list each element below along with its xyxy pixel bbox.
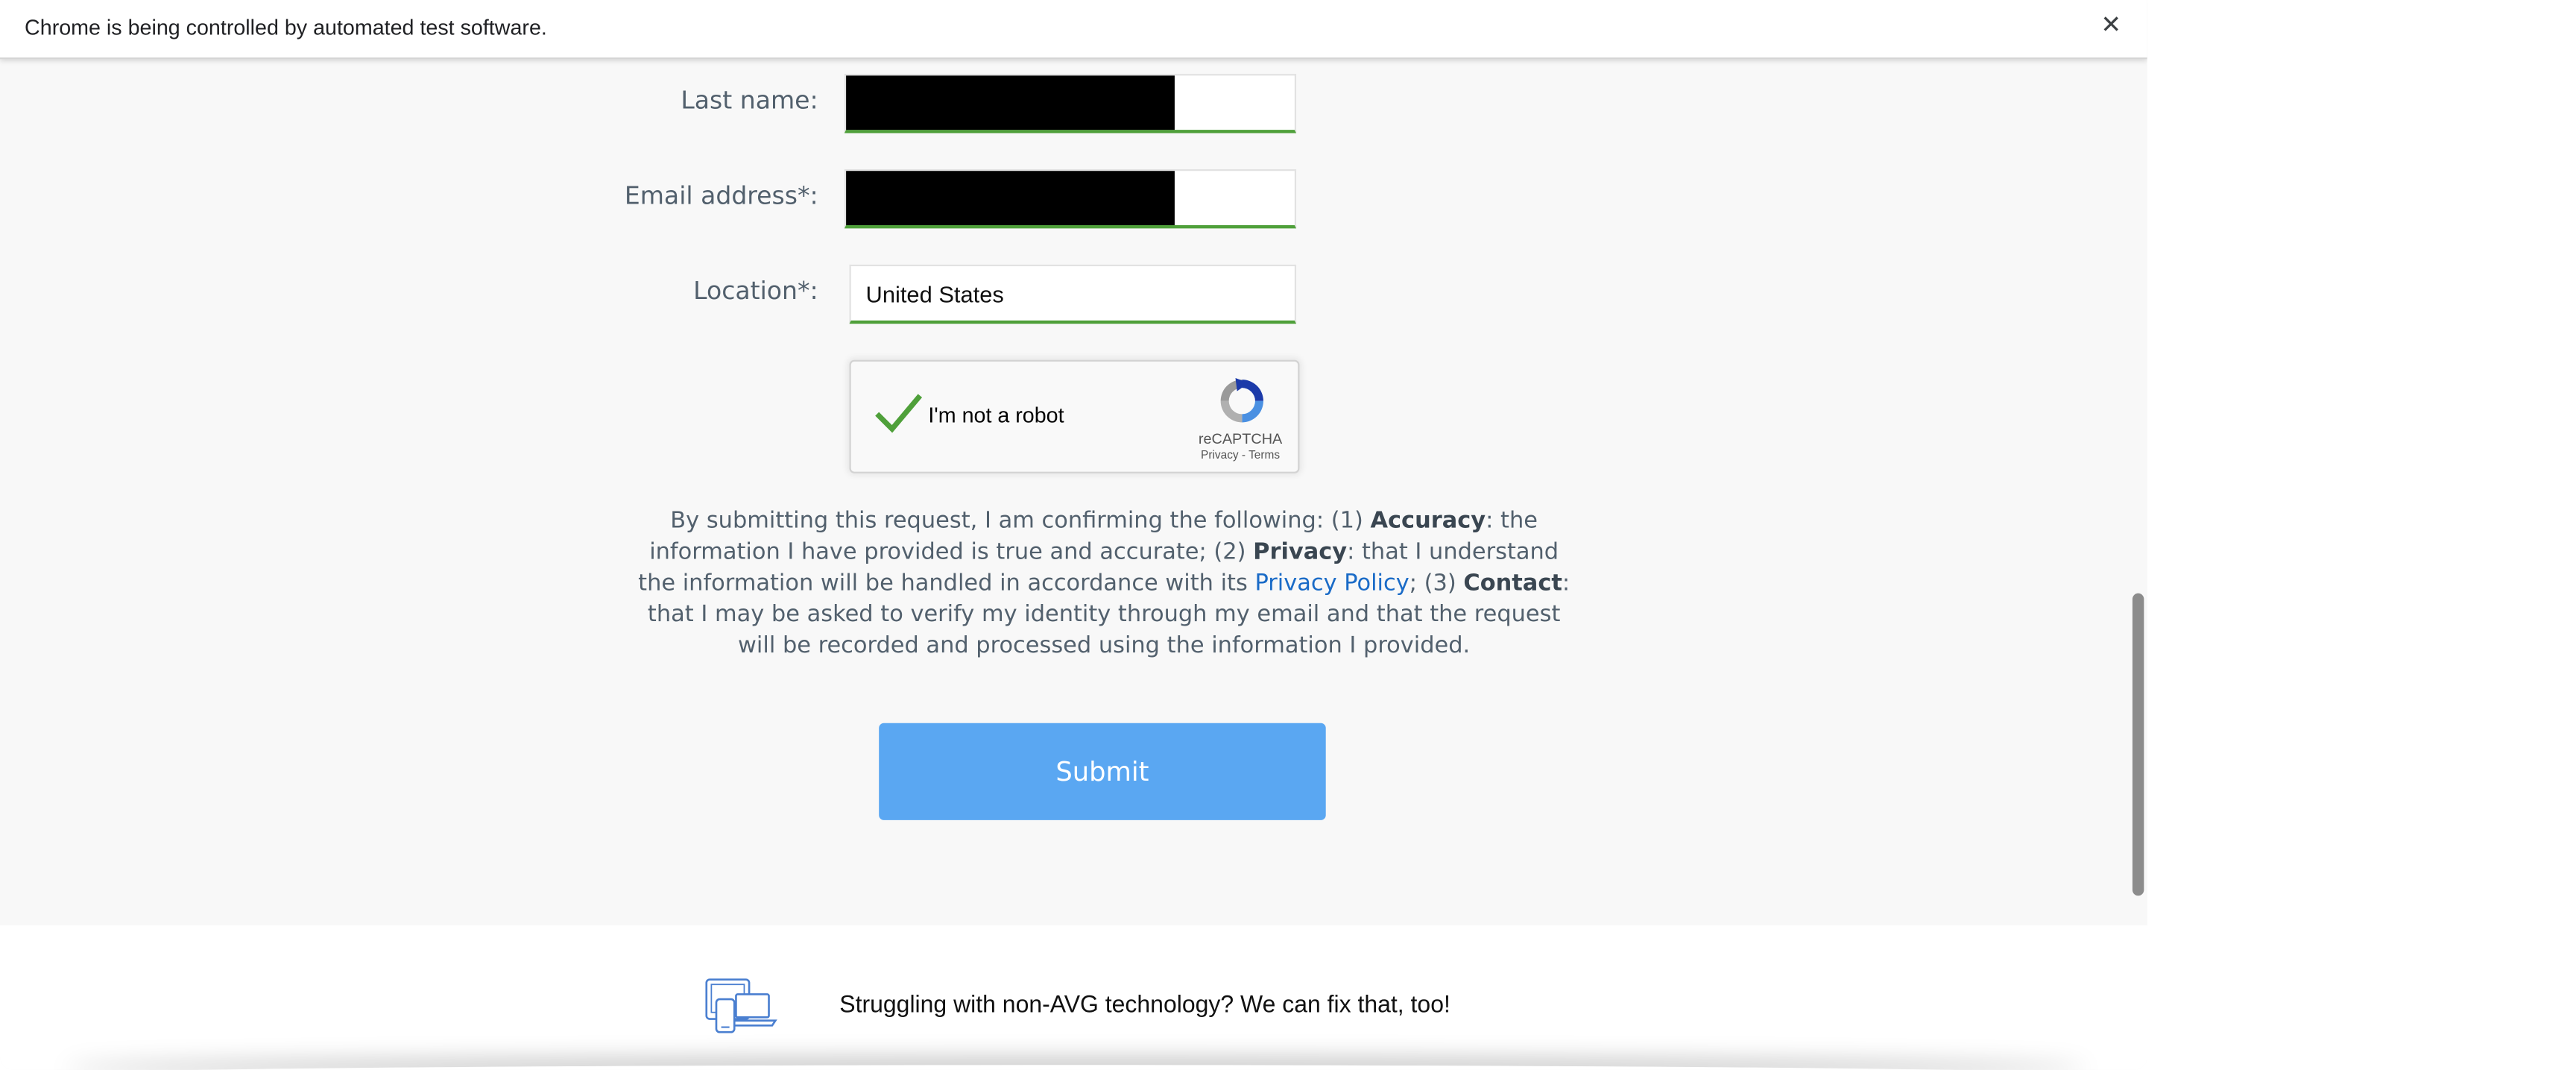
- page-stage: Chrome is being controlled by automated …: [0, 0, 2576, 1070]
- recaptcha-logo-icon: [1220, 377, 1263, 423]
- infobar-message: Chrome is being controlled by automated …: [25, 14, 547, 40]
- footer-banner: Struggling with non-AVG technology? We c…: [0, 925, 2147, 1070]
- footer-shadow: [66, 1065, 2086, 1070]
- privacy-label: Privacy: [1253, 538, 1348, 566]
- recaptcha-label: I'm not a robot: [928, 403, 1064, 428]
- accuracy-label: Accuracy: [1370, 508, 1486, 535]
- last-name-label: Last name:: [681, 85, 818, 116]
- location-value: United States: [865, 280, 1004, 308]
- redacted-value: [846, 75, 1175, 130]
- recaptcha-links[interactable]: Privacy - Terms: [1173, 450, 1308, 462]
- email-label: Email address*:: [624, 180, 818, 211]
- scrollbar-thumb[interactable]: [2132, 593, 2144, 896]
- location-label: Location*:: [693, 276, 818, 306]
- last-name-field[interactable]: [844, 74, 1297, 133]
- redacted-value: [846, 171, 1175, 225]
- consent-text: By submitting this request, I am confirm…: [631, 506, 1577, 662]
- close-icon[interactable]: ✕: [2096, 10, 2126, 40]
- consent-intro: By submitting this request, I am confirm…: [670, 508, 1371, 535]
- submit-button[interactable]: Submit: [879, 723, 1326, 820]
- email-field[interactable]: [844, 169, 1297, 229]
- recaptcha-brand: reCAPTCHA: [1198, 430, 1283, 447]
- checkmark-icon[interactable]: [874, 393, 924, 435]
- location-field[interactable]: United States: [849, 264, 1297, 324]
- recaptcha-widget: I'm not a robot reCAPTCHA Privacy - Term…: [849, 359, 1300, 473]
- devices-icon: [705, 978, 777, 1033]
- footer-message: Struggling with non-AVG technology? We c…: [839, 992, 1450, 1019]
- privacy-policy-link[interactable]: Privacy Policy: [1254, 570, 1409, 597]
- consent-separator: ; (3): [1409, 570, 1464, 597]
- contact-label: Contact: [1463, 570, 1562, 597]
- browser-window: Chrome is being controlled by automated …: [0, 0, 2147, 1070]
- automation-infobar: Chrome is being controlled by automated …: [0, 0, 2147, 60]
